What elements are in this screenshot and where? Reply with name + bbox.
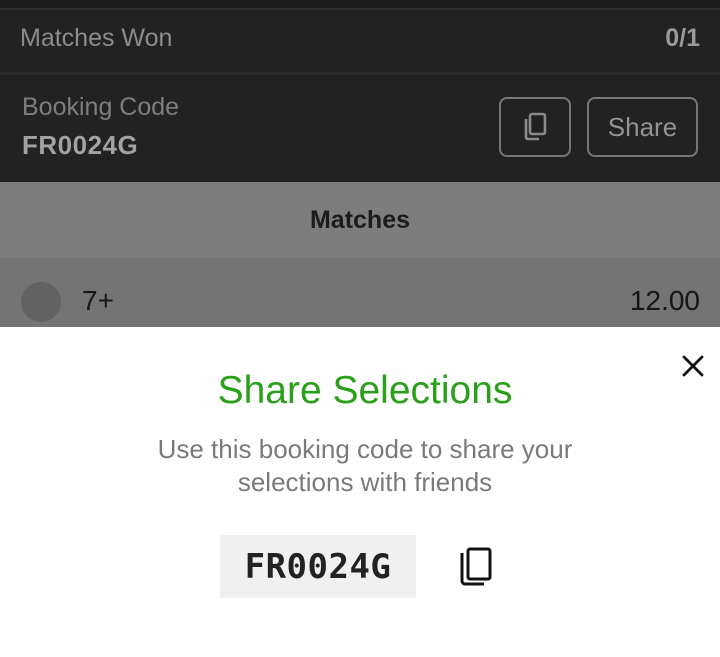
- match-odds: 12.00: [629, 285, 700, 316]
- sheet-description: Use this booking code to share your sele…: [157, 434, 573, 497]
- copy-code-button[interactable]: [499, 97, 571, 157]
- copy-code-sheet-button[interactable]: [454, 543, 498, 591]
- screen: Matches Won 0/1 Booking Code FR0024G Sha…: [0, 0, 720, 657]
- booking-code-display: FR0024G: [220, 535, 416, 598]
- matches-won-value: 0/1: [665, 24, 700, 52]
- copy-icon: [524, 112, 547, 141]
- booking-code-label: Booking Code: [22, 93, 180, 121]
- booking-code-row: Booking Code FR0024G Share: [0, 75, 720, 183]
- matches-won-row: Matches Won 0/1: [0, 10, 720, 75]
- matches-won-label: Matches Won: [20, 24, 173, 52]
- sheet-title: Share Selections: [217, 369, 513, 412]
- booking-code-value: FR0024G: [22, 130, 139, 160]
- selection-radio[interactable]: [21, 282, 61, 322]
- match-selection: 7+: [82, 285, 114, 316]
- copy-icon: [460, 547, 492, 586]
- match-row: 7+ 12.00: [0, 258, 720, 327]
- top-divider: [0, 0, 720, 10]
- share-selections-sheet: Share Selections Use this booking code t…: [0, 327, 720, 657]
- matches-section-header: Matches: [0, 182, 720, 258]
- share-button[interactable]: Share: [587, 97, 698, 157]
